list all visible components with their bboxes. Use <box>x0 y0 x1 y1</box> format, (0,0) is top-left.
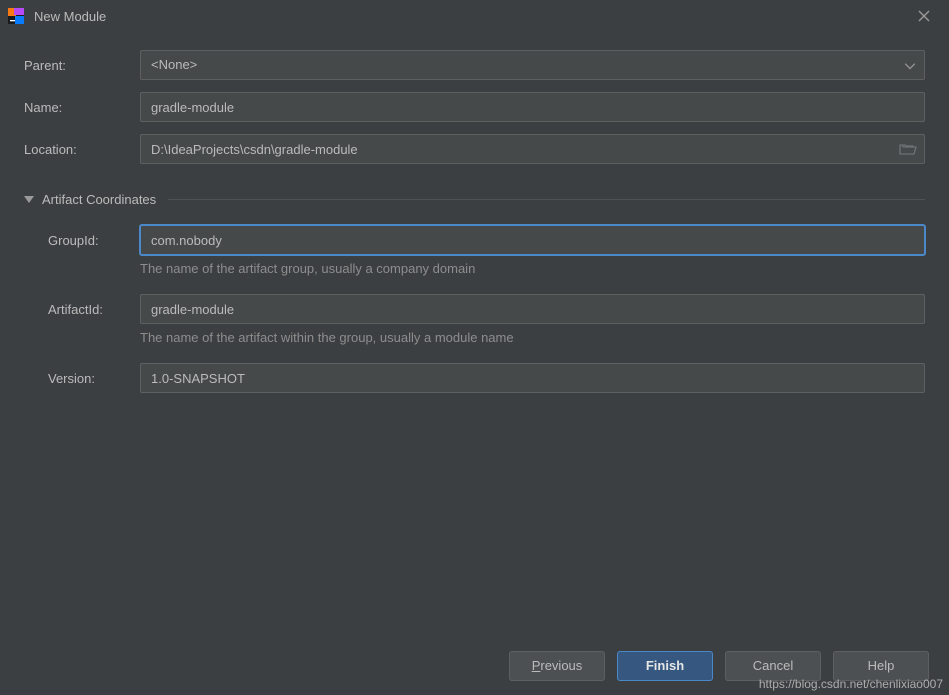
close-icon <box>918 10 930 22</box>
artifactid-hint: The name of the artifact within the grou… <box>48 330 925 345</box>
location-input[interactable] <box>140 134 925 164</box>
help-button[interactable]: Help <box>833 651 929 681</box>
version-input[interactable] <box>140 363 925 393</box>
name-input[interactable] <box>140 92 925 122</box>
location-label: Location: <box>24 142 140 157</box>
form-content: Parent: <None> Name: Location: Artifact … <box>0 32 949 393</box>
artifact-coordinates-label: Artifact Coordinates <box>42 192 156 207</box>
parent-value: <None> <box>151 57 197 72</box>
dialog-title: New Module <box>34 9 909 24</box>
finish-label: Finish <box>646 658 684 673</box>
previous-button[interactable]: Previous <box>509 651 605 681</box>
artifact-coordinates-header[interactable]: Artifact Coordinates <box>24 192 925 207</box>
cancel-button[interactable]: Cancel <box>725 651 821 681</box>
parent-label: Parent: <box>24 58 140 73</box>
button-bar: Previous Finish Cancel Help <box>0 635 949 695</box>
finish-button[interactable]: Finish <box>617 651 713 681</box>
section-divider <box>168 199 925 200</box>
previous-label: revious <box>540 658 582 673</box>
close-button[interactable] <box>909 1 939 31</box>
artifactid-input[interactable] <box>140 294 925 324</box>
titlebar: New Module <box>0 0 949 32</box>
intellij-icon <box>8 8 24 24</box>
help-label: Help <box>868 658 895 673</box>
artifactid-label: ArtifactId: <box>48 302 140 317</box>
name-label: Name: <box>24 100 140 115</box>
parent-combobox[interactable]: <None> <box>140 50 925 80</box>
groupid-input[interactable] <box>140 225 925 255</box>
groupid-hint: The name of the artifact group, usually … <box>48 261 925 276</box>
version-label: Version: <box>48 371 140 386</box>
cancel-label: Cancel <box>753 658 793 673</box>
groupid-label: GroupId: <box>48 233 140 248</box>
collapse-triangle-icon <box>24 192 34 207</box>
folder-open-icon[interactable] <box>899 142 917 156</box>
